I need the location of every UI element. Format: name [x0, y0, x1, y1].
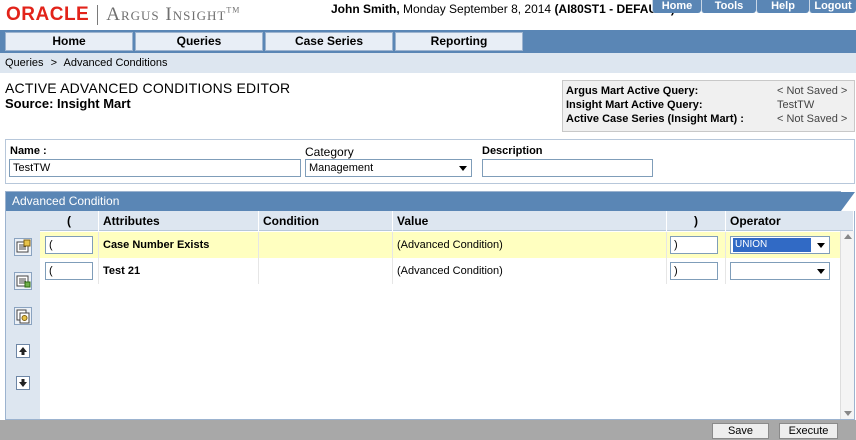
top-link-help[interactable]: Help — [756, 0, 809, 13]
value-cell: (Advanced Condition) — [393, 232, 667, 258]
active-query-box: Argus Mart Active Query: < Not Saved > I… — [562, 80, 855, 132]
logo-divider — [97, 5, 99, 25]
category-value: Management — [309, 162, 374, 174]
condition-cell — [259, 258, 393, 284]
oracle-argus-logo: ORACLE Argus InsightTM — [6, 4, 240, 26]
column-value: Value — [393, 211, 667, 231]
insight-mart-active-query-value: TestTW — [777, 99, 815, 111]
breadcrumb-separator: > — [50, 57, 58, 69]
page-source: Source: Insight Mart — [5, 96, 131, 111]
top-link-logout[interactable]: Logout — [809, 0, 856, 13]
close-paren-cell: ) — [667, 258, 726, 284]
column-attributes: Attributes — [99, 211, 259, 231]
open-paren-input[interactable]: ( — [45, 236, 93, 254]
operator-select[interactable]: UNION — [730, 236, 830, 254]
table-scrollbar[interactable] — [840, 231, 854, 419]
edit-condition-icon[interactable] — [14, 272, 32, 290]
column-operator: Operator — [726, 211, 854, 231]
user-session-info: John Smith, Monday September 8, 2014 (AI… — [331, 2, 675, 16]
open-paren-input[interactable]: ( — [45, 262, 93, 280]
trademark: TM — [226, 5, 241, 15]
scroll-down-icon[interactable] — [844, 411, 852, 416]
operator-value: UNION — [733, 238, 811, 252]
description-label: Description — [482, 145, 543, 157]
breadcrumb-queries[interactable]: Queries — [5, 57, 44, 69]
execute-button[interactable]: Execute — [779, 423, 838, 439]
category-select[interactable]: Management — [305, 159, 472, 177]
query-details-form: Name : TestTW Category Management Descri… — [5, 139, 855, 184]
condition-row[interactable]: ( Test 21 (Advanced Condition) ) — [40, 258, 840, 284]
user-name: John Smith, — [331, 2, 400, 16]
value-cell: (Advanced Condition) — [393, 258, 667, 284]
nav-tab-case-series[interactable]: Case Series — [265, 32, 393, 51]
name-label: Name : — [10, 145, 47, 157]
open-paren-cell: ( — [40, 232, 99, 258]
breadcrumb: Queries > Advanced Conditions — [0, 53, 856, 73]
description-input[interactable] — [482, 159, 653, 177]
nav-tab-reporting[interactable]: Reporting — [395, 32, 523, 51]
condition-cell — [259, 232, 393, 258]
user-date: Monday September 8, 2014 — [399, 2, 555, 16]
move-down-icon[interactable] — [16, 376, 30, 390]
save-button[interactable]: Save — [712, 423, 769, 439]
top-link-home[interactable]: Home — [652, 0, 701, 13]
chevron-down-icon — [817, 243, 825, 248]
advanced-condition-panel: Advanced Condition ( Attributes Conditio… — [5, 191, 855, 420]
close-paren-cell: ) — [667, 232, 726, 258]
operator-cell — [726, 258, 840, 284]
add-condition-icon[interactable] — [14, 238, 32, 256]
open-paren-cell: ( — [40, 258, 99, 284]
chevron-down-icon — [459, 166, 467, 171]
category-label: Category — [305, 145, 354, 159]
close-paren-input[interactable]: ) — [670, 262, 718, 280]
nav-tab-home[interactable]: Home — [5, 32, 133, 51]
advanced-condition-header: Advanced Condition — [6, 192, 854, 211]
main-nav: Home Queries Case Series Reporting — [0, 30, 856, 53]
argus-mart-active-query-label: Argus Mart Active Query: — [566, 85, 699, 97]
page-title: ACTIVE ADVANCED CONDITIONS EDITOR — [5, 80, 291, 96]
move-up-icon[interactable] — [16, 344, 30, 358]
oracle-logo-text: ORACLE — [6, 4, 90, 25]
column-open-paren: ( — [40, 211, 99, 231]
argus-insight-logo-text: Argus InsightTM — [106, 4, 240, 26]
advanced-condition-title: Advanced Condition — [12, 194, 120, 208]
insight-mart-active-query-label: Insight Mart Active Query: — [566, 99, 703, 111]
active-case-series-value: < Not Saved > — [777, 113, 848, 125]
argus-mart-active-query-value: < Not Saved > — [777, 85, 848, 97]
condition-row[interactable]: ( Case Number Exists (Advanced Condition… — [40, 232, 840, 258]
nav-tab-queries[interactable]: Queries — [135, 32, 263, 51]
condition-toolbar — [6, 211, 40, 419]
attribute-cell: Test 21 — [99, 258, 259, 284]
product-name: Argus Insight — [106, 4, 227, 25]
condition-table-header: ( Attributes Condition Value ) Operator — [40, 211, 854, 231]
top-links: Home Tools Help Logout — [652, 0, 856, 13]
chevron-down-icon — [817, 269, 825, 274]
top-link-tools[interactable]: Tools — [701, 0, 756, 13]
scroll-up-icon[interactable] — [844, 234, 852, 239]
copy-condition-icon[interactable] — [14, 307, 32, 325]
close-paren-input[interactable]: ) — [670, 236, 718, 254]
operator-select[interactable] — [730, 262, 830, 280]
header-corner-slant — [841, 192, 855, 211]
column-close-paren: ) — [667, 211, 726, 231]
active-case-series-label: Active Case Series (Insight Mart) : — [566, 113, 744, 125]
app-header: ORACLE Argus InsightTM John Smith, Monda… — [0, 0, 856, 30]
attribute-cell: Case Number Exists — [99, 232, 259, 258]
column-condition: Condition — [259, 211, 393, 231]
name-input[interactable]: TestTW — [9, 159, 301, 177]
footer-bar: Save Execute — [0, 420, 856, 440]
breadcrumb-current: Advanced Conditions — [63, 57, 168, 69]
operator-cell: UNION — [726, 232, 840, 258]
